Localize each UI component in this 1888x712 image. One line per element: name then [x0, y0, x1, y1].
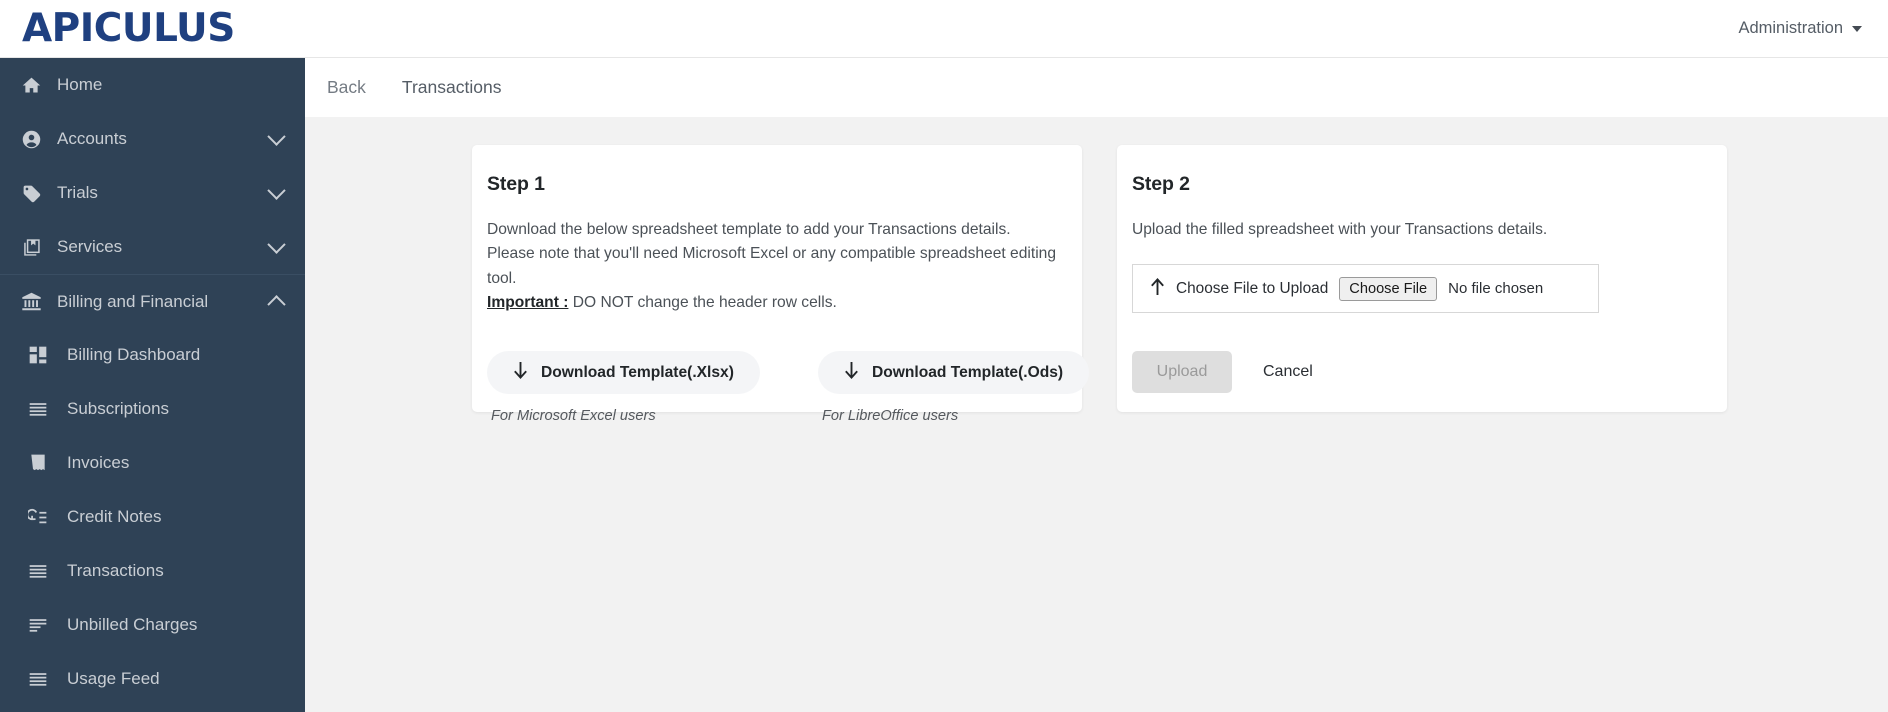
sidebar-item-trials[interactable]: Trials — [0, 166, 305, 220]
home-icon — [18, 74, 44, 96]
receipt-icon — [25, 452, 51, 474]
sidebar-item-billing-dashboard[interactable]: Billing Dashboard — [0, 328, 305, 382]
download-buttons-row: Download Template(.Xlsx) For Microsoft E… — [487, 351, 1090, 424]
breadcrumb: Back Transactions — [305, 58, 1888, 117]
download-arrow-icon — [844, 361, 859, 385]
step-2-actions: Upload Cancel — [1132, 351, 1727, 394]
breadcrumb-current-page: Transactions — [401, 77, 502, 97]
sidebar-item-billing-and-financial[interactable]: Billing and Financial — [0, 274, 305, 328]
chevron-down-icon[interactable] — [267, 234, 286, 254]
file-upload-field[interactable]: Choose File to Upload Choose File No fil… — [1132, 264, 1599, 314]
account-menu[interactable]: Administration — [1738, 19, 1862, 38]
sidebar: Home Accounts Trials Services Billing and Fi… — [0, 58, 305, 712]
download-template-xlsx-button[interactable]: Download Template(.Xlsx) — [487, 351, 760, 395]
step-2-line-1: Upload the filled spreadsheet with your … — [1132, 221, 1548, 238]
app-logo-text: APICULUS — [22, 6, 235, 51]
step-1-line-1: Download the below spreadsheet template … — [487, 221, 1011, 238]
sidebar-item-label: Services — [57, 237, 123, 256]
download-ods-group: Download Template(.Ods) For LibreOffice … — [817, 351, 1090, 425]
download-xlsx-group: Download Template(.Xlsx) For Microsoft E… — [487, 351, 760, 424]
sidebar-item-usage-feed[interactable]: Usage Feed — [0, 652, 305, 706]
chevron-up-icon[interactable] — [267, 295, 286, 314]
sidebar-item-unbilled-charges[interactable]: Unbilled Charges — [0, 598, 305, 652]
sidebar-item-invoices[interactable]: Invoices — [0, 436, 305, 490]
step-1-card: Step 1 Download the below spreadsheet te… — [472, 145, 1090, 424]
sidebar-item-label: Billing Dashboard — [67, 345, 201, 364]
sidebar-item-subscriptions[interactable]: Subscriptions — [0, 382, 305, 436]
dashboard-grid-icon — [25, 344, 51, 366]
list-left-align-icon — [25, 614, 51, 636]
step-2-card: Step 2 Upload the filled spreadsheet wit… — [1117, 145, 1727, 412]
download-template-ods-button[interactable]: Download Template(.Ods) — [817, 351, 1090, 395]
sidebar-item-label: Trials — [57, 183, 98, 202]
top-bar: APICULUS Administration — [0, 0, 1888, 58]
list-lines-icon — [25, 668, 51, 690]
step-1-important-line: Important : DO NOT change the header row… — [487, 291, 1082, 315]
chevron-down-icon[interactable] — [267, 180, 286, 200]
file-field-label: Choose File to Upload — [1176, 279, 1329, 297]
sidebar-item-label: Billing and Financial — [57, 291, 209, 311]
tag-icon — [18, 182, 44, 204]
chevron-down-icon — [1852, 25, 1862, 32]
download-ods-caption: For LibreOffice users — [821, 408, 959, 425]
steps-container: Step 1 Download the below spreadsheet te… — [305, 117, 1888, 424]
layers-bookmark-icon — [18, 236, 44, 258]
sidebar-item-services[interactable]: Services — [0, 220, 305, 274]
sidebar-item-label: Unbilled Charges — [67, 615, 198, 634]
cancel-button[interactable]: Cancel — [1263, 363, 1313, 381]
upload-arrow-icon — [1150, 277, 1165, 301]
step-1-line-2: Please note that you'll need Microsoft E… — [487, 245, 1057, 287]
sidebar-item-accounts[interactable]: Accounts — [0, 112, 305, 166]
sidebar-item-label: Transactions — [67, 561, 164, 580]
step-1-description: Download the below spreadsheet template … — [487, 218, 1082, 315]
app-logo[interactable]: APICULUS — [22, 9, 235, 48]
bank-icon — [18, 291, 44, 313]
upload-button[interactable]: Upload — [1132, 351, 1232, 394]
sidebar-item-credit-notes[interactable]: Credit Notes — [0, 490, 305, 544]
download-template-ods-label: Download Template(.Ods) — [871, 363, 1064, 381]
sidebar-item-label: Accounts — [57, 129, 127, 148]
step-1-title: Step 1 — [487, 173, 545, 195]
sidebar-item-home[interactable]: Home — [0, 58, 305, 112]
main-content: Back Transactions Step 1 Download the be… — [305, 58, 1888, 712]
account-circle-icon — [18, 128, 44, 150]
account-menu-label: Administration — [1738, 19, 1843, 37]
download-template-xlsx-label: Download Template(.Xlsx) — [541, 363, 734, 381]
sidebar-item-label: Home — [57, 75, 103, 94]
download-arrow-icon — [513, 361, 528, 385]
download-xlsx-caption: For Microsoft Excel users — [491, 408, 656, 425]
step-2-title: Step 2 — [1132, 173, 1190, 195]
sidebar-item-label: Invoices — [67, 453, 130, 472]
sidebar-item-transactions[interactable]: Transactions — [0, 544, 305, 598]
important-text: DO NOT change the header row cells. — [568, 293, 837, 311]
credit-note-icon — [25, 506, 51, 528]
chevron-down-icon[interactable] — [267, 126, 286, 146]
back-link[interactable]: Back — [327, 77, 366, 98]
sidebar-item-label: Subscriptions — [67, 399, 170, 418]
step-2-description: Upload the filled spreadsheet with your … — [1132, 218, 1727, 242]
list-lines-icon — [25, 560, 51, 582]
choose-file-button[interactable]: Choose File — [1339, 276, 1438, 301]
important-label: Important : — [487, 293, 569, 311]
sidebar-item-label: Usage Feed — [67, 669, 160, 688]
no-file-chosen-text: No file chosen — [1448, 280, 1544, 298]
list-lines-icon — [25, 398, 51, 420]
sidebar-item-label: Credit Notes — [67, 507, 162, 526]
